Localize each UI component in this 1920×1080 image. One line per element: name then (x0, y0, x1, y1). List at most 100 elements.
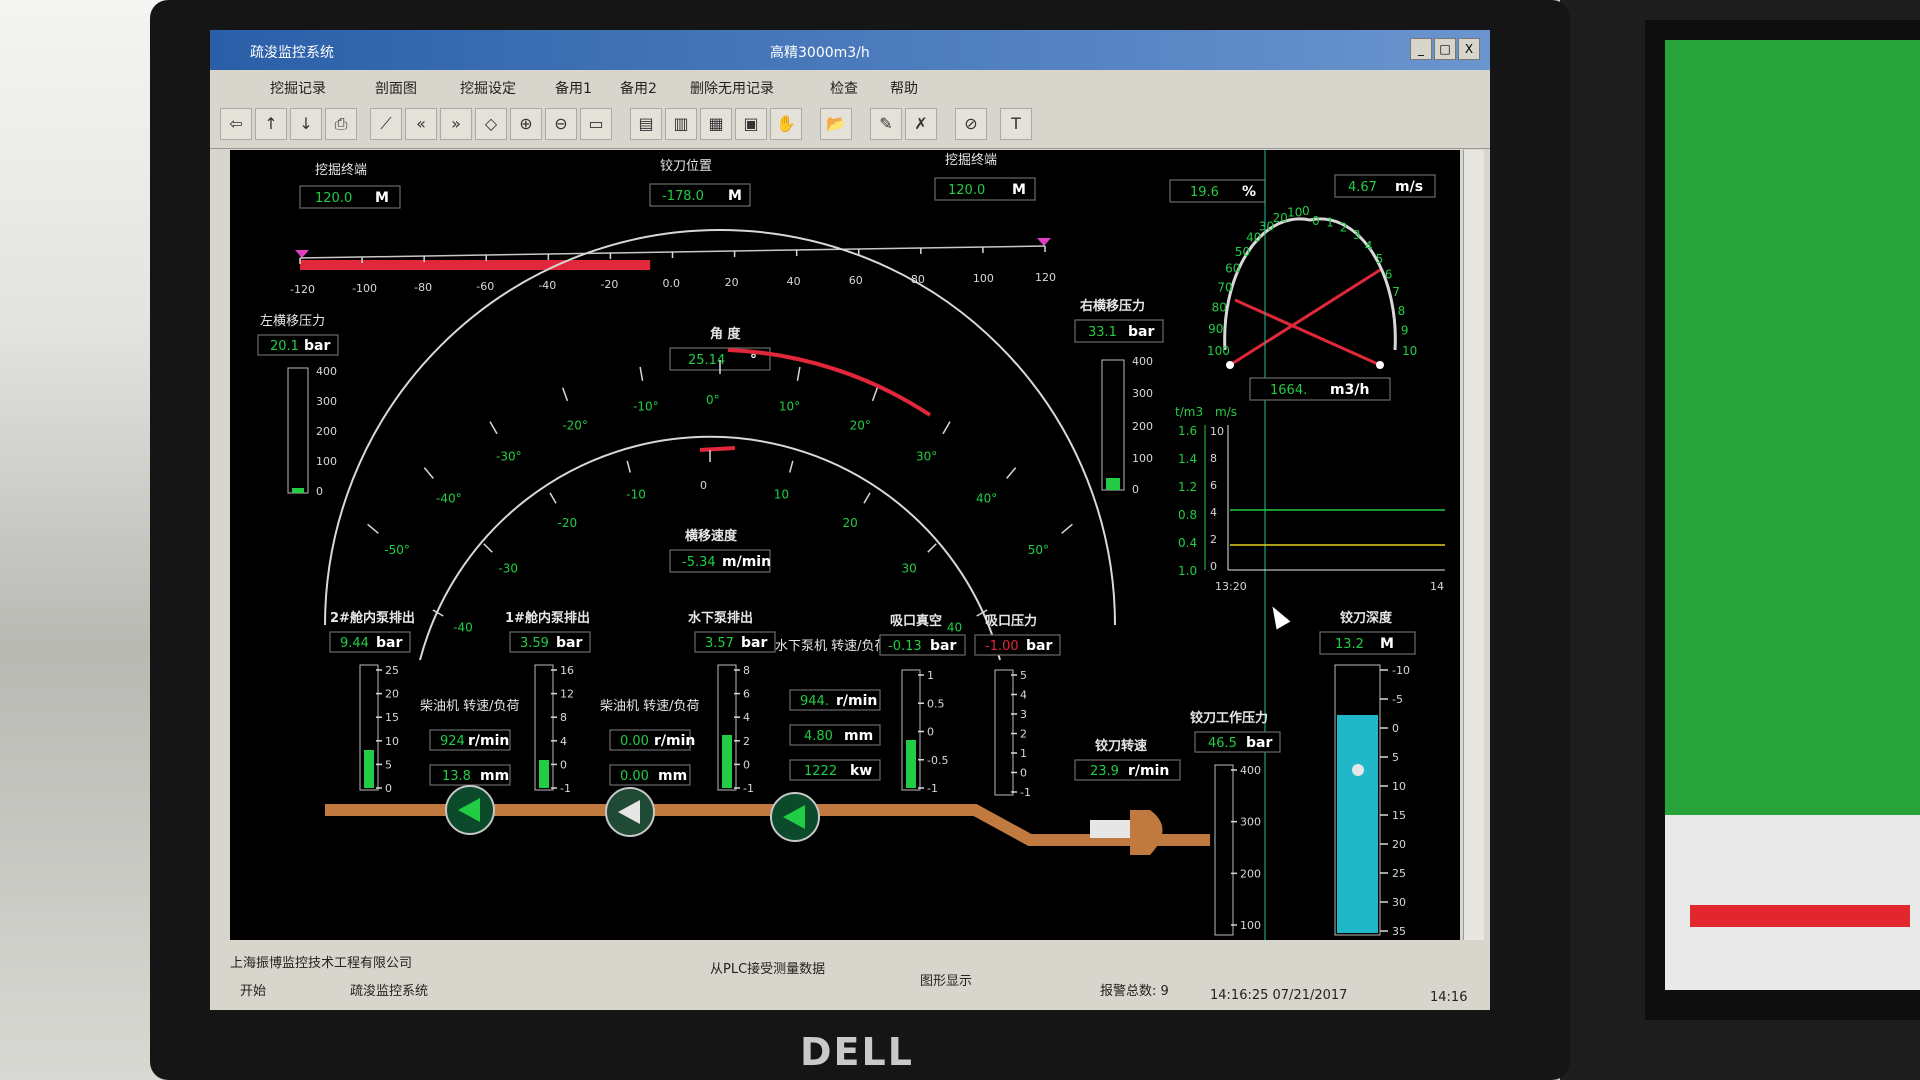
toolbar-list3-icon[interactable]: ▦ (700, 108, 732, 140)
cutter-depth-value: 13.2 (1335, 637, 1364, 652)
toolbar-exit-icon[interactable]: ⇦ (220, 108, 252, 140)
angle-tick-mark (1006, 467, 1017, 479)
toolbar-zoom-out-icon[interactable]: ⊖ (545, 108, 577, 140)
cutter-depth-label: 铰刀深度 (1340, 610, 1393, 626)
position-tick-label: -20 (600, 278, 618, 291)
gauge-right-tick-label: 4 (1365, 239, 1373, 253)
toolbar-down-icon[interactable]: ↓ (290, 108, 322, 140)
menu-check[interactable]: 检查 (830, 78, 858, 98)
gauge-left-tick-label: 70 (1217, 280, 1232, 294)
menu-spare-1[interactable]: 备用1 (555, 78, 592, 98)
toolbar-print-icon[interactable]: ⎙ (325, 108, 357, 140)
left-swing-tick-0: 0 (316, 485, 323, 498)
suction-press-tick-label: 5 (1020, 669, 1027, 682)
uw-pump-unit: bar (741, 635, 767, 651)
status-datetime: 14:16:25 07/21/2017 (1210, 988, 1348, 1003)
maximize-button[interactable]: □ (1434, 38, 1456, 60)
toolbar-edit-icon[interactable]: ✎ (870, 108, 902, 140)
trend-y2-tick-label: 0 (1210, 560, 1217, 573)
toolbar-diamond-icon[interactable]: ◇ (475, 108, 507, 140)
cutter-press-tick-label: 200 (1240, 867, 1261, 880)
menu-help[interactable]: 帮助 (890, 78, 918, 98)
velocity-needle (1234, 298, 1381, 367)
left-swing-value: 20.1 (270, 339, 299, 354)
toolbar-back-icon[interactable]: « (405, 108, 437, 140)
gauge-left-tick-label: 20 (1273, 211, 1288, 225)
right-swing-label: 右横移压力 (1079, 298, 1145, 314)
gauge-right-tick-label: 5 (1376, 252, 1384, 266)
swing-tick-mark (626, 460, 632, 473)
angle-tick-label: 40° (976, 491, 997, 505)
right-swing-tick-200: 200 (1132, 420, 1153, 433)
gauge-left-tick-label: 80 (1212, 301, 1227, 315)
minimize-button[interactable]: _ (1410, 38, 1432, 60)
diesel2-label: 柴油机 转速/负荷 (600, 699, 700, 714)
toolbar-list2-icon[interactable]: ▥ (665, 108, 697, 140)
gauge-right-tick-label: 6 (1385, 268, 1393, 282)
pump1-tick-label: 0 (560, 758, 567, 771)
toolbar-line-icon[interactable]: ⟋ (370, 108, 402, 140)
trend-y2-tick-label: 10 (1210, 425, 1224, 438)
gauge-right-tick-label: 10 (1402, 344, 1417, 358)
angle-tick-mark (1061, 523, 1073, 534)
trend-y2-unit: m/s (1215, 405, 1237, 419)
pump1-tick-label: 8 (560, 711, 567, 724)
cutter-depth-unit: M (1380, 636, 1394, 652)
trend-y2-tick-label: 2 (1210, 533, 1217, 546)
toolbar-forward-icon[interactable]: » (440, 108, 472, 140)
cutter-depth-tick-label: 5 (1392, 751, 1399, 764)
diesel1-label: 柴油机 转速/负荷 (420, 699, 520, 714)
start-button[interactable]: 开始 (240, 980, 266, 999)
angle-tick-label: -20° (562, 418, 588, 432)
swing-tick-mark (549, 492, 557, 504)
angle-ticks: -50° -40° -30° -20° -10° 0° 10° 20° 30° 40° 50° (367, 360, 1073, 557)
title-bar: 疏浚监控系统 高精3000m3/h _ □ X (210, 30, 1490, 70)
gauge-left-tick-label: 0 (1302, 204, 1310, 218)
toolbar: ⇦ ↑ ↓ ⎙ ⟋ « » ◇ ⊕ ⊖ ▭ ▤ ▥ ▦ ▣ ✋ 📂 ✎ ✗ ⊘ … (210, 100, 1490, 149)
menu-spare-2[interactable]: 备用2 (620, 78, 657, 98)
menu-profile[interactable]: 剖面图 (375, 78, 417, 98)
suction-press-unit: bar (1026, 638, 1052, 654)
right-swing-level (1106, 478, 1120, 490)
right-swing-value: 33.1 (1088, 325, 1117, 340)
taskbar-app[interactable]: 疏浚监控系统 (350, 980, 428, 999)
cutter-depth-fill (1337, 715, 1378, 933)
menu-dig-settings[interactable]: 挖掘设定 (460, 78, 516, 98)
close-button[interactable]: X (1458, 38, 1480, 60)
toolbar-up-icon[interactable]: ↑ (255, 108, 287, 140)
menu-bar: 挖掘记录 剖面图 挖掘设定 备用1 备用2 删除无用记录 检查 帮助 (210, 70, 1490, 100)
percent-value: 19.6 (1190, 185, 1219, 200)
toolbar-list1-icon[interactable]: ▤ (630, 108, 662, 140)
angle-tick-label: -10° (633, 399, 659, 413)
toolbar-hand-icon[interactable]: ✋ (770, 108, 802, 140)
position-tick-label: 100 (973, 272, 994, 285)
side-monitor-red-bar (1690, 905, 1910, 927)
swing-tick-label: -20 (558, 516, 578, 530)
dig-end-left-label: 挖掘终端 (315, 162, 367, 178)
angle-unit: ° (750, 352, 757, 368)
vertical-scrollbar[interactable] (1463, 150, 1484, 940)
cutter-speed-label: 铰刀转速 (1095, 738, 1147, 754)
toolbar-zoom-in-icon[interactable]: ⊕ (510, 108, 542, 140)
toolbar-text-icon[interactable]: T (1000, 108, 1032, 140)
toolbar-stop-icon[interactable]: ⊘ (955, 108, 987, 140)
swing-tick-label: -10 (626, 488, 646, 502)
menu-dig-record[interactable]: 挖掘记录 (270, 78, 326, 98)
swing-tick-label: 40 (947, 621, 962, 635)
cutter-pos-unit: M (728, 188, 742, 204)
window-center-title: 高精3000m3/h (770, 45, 870, 61)
angle-tick-label: -30° (496, 449, 522, 463)
toolbar-rect-icon[interactable]: ▭ (580, 108, 612, 140)
pump1-tick-label: -1 (560, 782, 571, 795)
position-tick-label: 0.0 (663, 277, 681, 290)
swing-speed-label: 横移速度 (685, 528, 738, 544)
alarm-count[interactable]: 报警总数: 9 (1100, 980, 1169, 999)
toolbar-delete-icon[interactable]: ✗ (905, 108, 937, 140)
swing-tick-label: 10 (774, 488, 789, 502)
menu-delete-records[interactable]: 删除无用记录 (690, 78, 774, 98)
cutter-speed-value: 23.9 (1090, 764, 1119, 779)
toolbar-doc-icon[interactable]: ▣ (735, 108, 767, 140)
side-monitor-panel (1665, 815, 1920, 990)
plc-status: 从PLC接受测量数据 (710, 962, 826, 977)
toolbar-folder-icon[interactable]: 📂 (820, 108, 852, 140)
